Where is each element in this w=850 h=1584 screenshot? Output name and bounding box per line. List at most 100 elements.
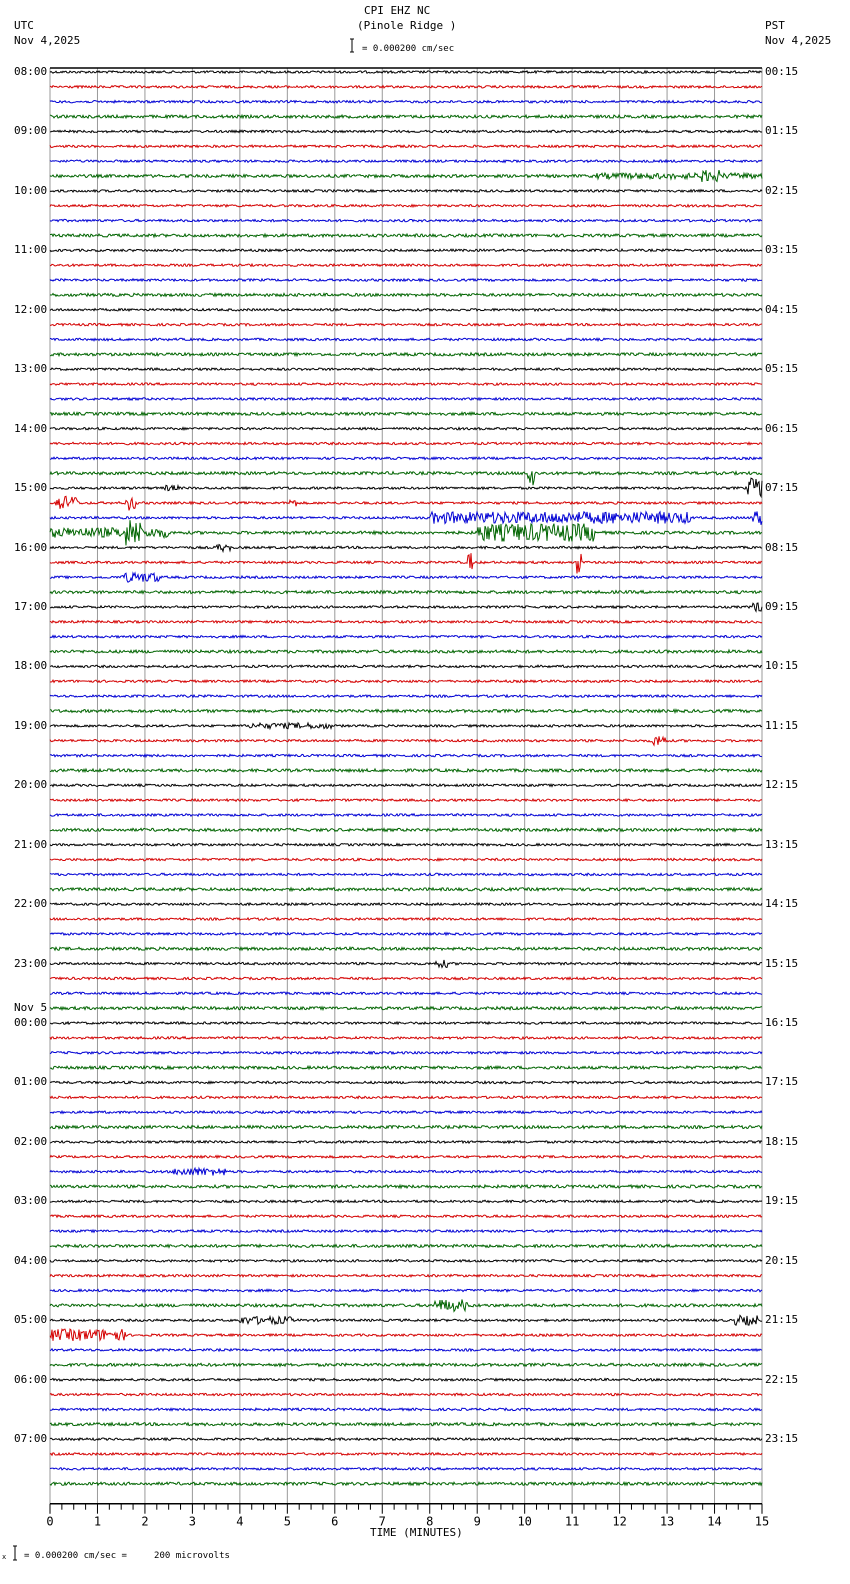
seismic-trace xyxy=(49,1050,763,1056)
seismic-trace xyxy=(49,1183,763,1190)
seismic-trace xyxy=(49,782,763,788)
seismic-trace xyxy=(49,351,763,358)
x-tick-label: 1 xyxy=(94,1515,101,1529)
seismic-trace xyxy=(49,477,763,499)
seismic-trace xyxy=(49,1258,763,1264)
seismic-trace xyxy=(49,916,763,922)
seismic-trace xyxy=(49,292,763,298)
seismic-trace xyxy=(49,1139,763,1145)
seismic-trace xyxy=(49,144,763,149)
seismic-trace xyxy=(49,1314,763,1326)
x-tick-label: 7 xyxy=(379,1515,386,1529)
seismic-trace xyxy=(49,99,763,104)
seismic-trace xyxy=(50,708,763,715)
seismic-trace xyxy=(49,1392,763,1397)
seismic-trace xyxy=(50,232,763,239)
seismic-trace xyxy=(49,886,763,893)
seismic-trace xyxy=(49,248,763,253)
seismic-trace xyxy=(49,1124,763,1130)
x-tick-label: 2 xyxy=(141,1515,148,1529)
seismic-trace xyxy=(49,812,763,818)
x-tick-label: 10 xyxy=(517,1515,531,1529)
seismic-trace xyxy=(49,410,763,417)
seismic-trace xyxy=(49,307,763,313)
seismic-trace xyxy=(49,1166,763,1176)
seismic-trace xyxy=(49,945,763,952)
seismic-trace xyxy=(49,426,763,432)
seismic-trace xyxy=(49,169,763,183)
seismic-trace xyxy=(49,901,763,907)
seismic-trace xyxy=(50,991,763,996)
helicorder-plot: 0 1 2 3 4 5 6 7 8 9 10 11 12 13 14 15 xyxy=(13,38,769,1561)
seismic-trace xyxy=(49,553,763,574)
seismic-trace xyxy=(49,634,763,640)
seismic-trace xyxy=(49,1480,763,1487)
seismic-trace xyxy=(49,1361,763,1368)
seismic-trace xyxy=(49,1273,763,1278)
x-tick-label: 0 xyxy=(46,1515,53,1529)
seismic-trace xyxy=(49,495,763,511)
seismic-trace xyxy=(49,188,763,194)
seismic-trace xyxy=(49,1328,763,1342)
seismic-trace xyxy=(49,1421,763,1428)
seismic-trace xyxy=(49,871,763,877)
seismic-trace xyxy=(49,1299,763,1313)
seismic-trace xyxy=(49,322,763,327)
seismic-trace xyxy=(49,277,763,283)
seismic-trace xyxy=(49,1035,763,1041)
seismic-trace xyxy=(49,1080,763,1085)
x-tick-label: 3 xyxy=(189,1515,196,1529)
seismic-trace xyxy=(49,1347,763,1353)
x-tick-label: 4 xyxy=(236,1515,243,1529)
seismic-trace xyxy=(49,113,763,120)
seismic-trace xyxy=(49,767,763,774)
seismic-trace xyxy=(49,366,763,372)
seismic-trace xyxy=(50,664,763,669)
x-tick-label: 5 xyxy=(284,1515,291,1529)
seismic-trace xyxy=(49,735,763,747)
seismic-trace xyxy=(49,1228,763,1234)
seismic-trace xyxy=(49,1377,763,1382)
seismic-trace xyxy=(49,441,763,446)
x-tick-label: 11 xyxy=(565,1515,579,1529)
seismic-trace xyxy=(49,721,763,731)
seismic-trace xyxy=(49,1288,763,1293)
seismic-trace xyxy=(49,842,763,847)
seismic-trace xyxy=(49,678,763,684)
seismic-trace xyxy=(49,602,763,613)
seismic-trace xyxy=(49,753,763,759)
seismic-trace xyxy=(49,456,763,461)
seismic-trace xyxy=(49,381,762,387)
seismic-trace xyxy=(49,827,763,833)
seismic-trace xyxy=(49,218,763,223)
seismic-trace xyxy=(49,84,763,90)
seismic-trace xyxy=(49,589,763,595)
x-tick-label: 13 xyxy=(660,1515,674,1529)
seismic-trace xyxy=(49,203,763,209)
seismic-trace xyxy=(49,1199,763,1204)
seismic-trace xyxy=(49,1109,763,1115)
seismic-trace xyxy=(49,396,763,402)
seismic-trace xyxy=(49,1436,763,1442)
seismic-trace xyxy=(49,262,763,268)
x-tick-label: 14 xyxy=(707,1515,721,1529)
x-tick-label: 12 xyxy=(612,1515,626,1529)
seismic-trace xyxy=(49,797,763,803)
seismic-trace xyxy=(49,1213,763,1219)
seismic-trace xyxy=(49,931,763,937)
seismic-trace xyxy=(49,1407,762,1412)
x-tick-label: 9 xyxy=(474,1515,481,1529)
seismic-trace xyxy=(49,158,763,164)
seismic-trace xyxy=(49,1243,763,1249)
seismic-trace xyxy=(50,571,763,583)
seismic-trace xyxy=(49,976,763,981)
seismic-trace xyxy=(49,619,763,625)
seismic-trace xyxy=(49,1064,763,1071)
seismic-trace xyxy=(49,510,763,525)
seismic-trace xyxy=(49,520,763,546)
seismic-trace xyxy=(49,693,763,699)
seismic-trace xyxy=(49,648,763,655)
seismic-trace xyxy=(49,1094,763,1100)
seismic-trace xyxy=(49,1005,763,1012)
seismic-trace xyxy=(49,337,763,342)
